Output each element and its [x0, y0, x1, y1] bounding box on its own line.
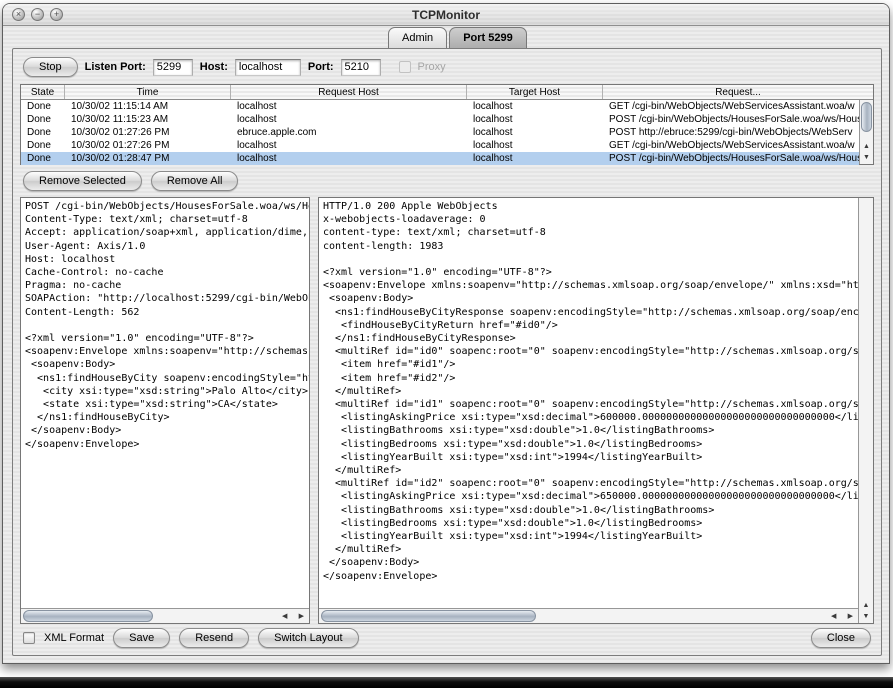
response-pane: HTTP/1.0 200 Apple WebObjects x-webobjec…	[318, 197, 874, 624]
response-scroll-thumb[interactable]	[321, 610, 536, 622]
scroll-up-icon[interactable]: ▲	[863, 602, 870, 609]
remove-all-button[interactable]: Remove All	[151, 171, 239, 191]
scroll-up-icon[interactable]: ▲	[863, 143, 870, 150]
listen-port-input[interactable]	[153, 59, 193, 76]
cell-request: POST http://ebruce:5299/cgi-bin/WebObjec…	[603, 126, 859, 139]
cell-target-host: localhost	[467, 139, 603, 152]
cell-request: GET /cgi-bin/WebObjects/WebServicesAssis…	[603, 100, 859, 113]
table-row[interactable]: Done 10/30/02 01:27:26 PM ebruce.apple.c…	[21, 126, 859, 139]
scroll-left-icon[interactable]: ◀	[831, 612, 836, 620]
cell-request-host: ebruce.apple.com	[231, 126, 467, 139]
cell-target-host: localhost	[467, 113, 603, 126]
cell-state: Done	[21, 113, 65, 126]
cell-target-host: localhost	[467, 152, 603, 165]
table-row[interactable]: Done 10/30/02 11:15:14 AM localhost loca…	[21, 100, 859, 113]
tab-port-5299[interactable]: Port 5299	[449, 27, 527, 48]
xml-format-checkbox[interactable]	[23, 632, 35, 644]
table-row[interactable]: Done 10/30/02 11:15:23 AM localhost loca…	[21, 113, 859, 126]
resend-button[interactable]: Resend	[179, 628, 249, 648]
host-input[interactable]	[235, 59, 301, 76]
table-header: State Time Request Host Target Host Requ…	[21, 85, 873, 100]
remove-selected-button[interactable]: Remove Selected	[23, 171, 142, 191]
response-horizontal-scrollbar[interactable]: ◀ ▶	[319, 608, 858, 623]
cell-request-host: localhost	[231, 152, 467, 165]
xml-format-label: XML Format	[44, 632, 104, 644]
scroll-down-icon[interactable]: ▼	[863, 613, 870, 620]
cell-request-host: localhost	[231, 139, 467, 152]
column-header-target-host[interactable]: Target Host	[467, 85, 603, 99]
request-scroll-thumb[interactable]	[23, 610, 153, 622]
cell-time: 10/30/02 11:15:23 AM	[65, 113, 231, 126]
desktop-background-band	[0, 677, 893, 688]
cell-request: POST /cgi-bin/WebObjects/HousesForSale.w…	[603, 113, 859, 126]
requests-table: State Time Request Host Target Host Requ…	[20, 84, 874, 165]
scroll-down-icon[interactable]: ▼	[863, 154, 870, 161]
save-button[interactable]: Save	[113, 628, 170, 648]
footer-bar: XML Format Save Resend Switch Layout Clo…	[23, 627, 871, 649]
table-row-selected[interactable]: Done 10/30/02 01:28:47 PM localhost loca…	[21, 152, 859, 165]
column-header-state[interactable]: State	[21, 85, 65, 99]
scroll-right-icon[interactable]: ▶	[848, 612, 853, 620]
cell-state: Done	[21, 152, 65, 165]
cell-time: 10/30/02 11:15:14 AM	[65, 100, 231, 113]
cell-state: Done	[21, 126, 65, 139]
column-header-request-host[interactable]: Request Host	[231, 85, 467, 99]
cell-request-host: localhost	[231, 113, 467, 126]
switch-layout-button[interactable]: Switch Layout	[258, 628, 358, 648]
cell-request-host: localhost	[231, 100, 467, 113]
message-panes: POST /cgi-bin/WebObjects/HousesForSale.w…	[20, 197, 874, 624]
scroll-left-icon[interactable]: ◀	[282, 612, 287, 620]
request-horizontal-scrollbar[interactable]: ◀ ▶	[21, 608, 309, 623]
cell-target-host: localhost	[467, 100, 603, 113]
cell-target-host: localhost	[467, 126, 603, 139]
column-header-time[interactable]: Time	[65, 85, 231, 99]
tab-admin[interactable]: Admin	[388, 27, 447, 48]
port-input[interactable]	[341, 59, 381, 76]
remove-actions: Remove Selected Remove All	[23, 171, 238, 191]
scroll-right-icon[interactable]: ▶	[299, 612, 304, 620]
cell-state: Done	[21, 100, 65, 113]
table-row[interactable]: Done 10/30/02 01:27:26 PM localhost loca…	[21, 139, 859, 152]
request-pane: POST /cgi-bin/WebObjects/HousesForSale.w…	[20, 197, 310, 624]
cell-time: 10/30/02 01:27:26 PM	[65, 126, 231, 139]
title-bar[interactable]: × − + TCPMonitor	[3, 4, 889, 26]
listen-port-label: Listen Port:	[85, 61, 146, 73]
response-vertical-scrollbar[interactable]: ▲ ▼	[858, 198, 873, 623]
proxy-label: Proxy	[418, 61, 446, 73]
port-5299-panel: Stop Listen Port: Host: Port: Proxy Stat…	[12, 48, 882, 656]
cell-request: POST /cgi-bin/WebObjects/HousesForSale.w…	[603, 152, 859, 165]
cell-time: 10/30/02 01:28:47 PM	[65, 152, 231, 165]
close-button[interactable]: Close	[811, 628, 871, 648]
tab-bar: Admin Port 5299	[388, 27, 529, 48]
table-scroll-thumb[interactable]	[861, 102, 872, 132]
port-label: Port:	[308, 61, 334, 73]
column-header-request[interactable]: Request...	[603, 85, 873, 99]
response-text: HTTP/1.0 200 Apple WebObjects x-webobjec…	[319, 198, 858, 608]
cell-state: Done	[21, 139, 65, 152]
request-text: POST /cgi-bin/WebObjects/HousesForSale.w…	[21, 198, 309, 608]
proxy-checkbox	[399, 61, 411, 73]
stop-button[interactable]: Stop	[23, 57, 78, 77]
host-label: Host:	[200, 61, 228, 73]
connection-toolbar: Stop Listen Port: Host: Port: Proxy	[23, 56, 446, 78]
cell-time: 10/30/02 01:27:26 PM	[65, 139, 231, 152]
table-rows: Done 10/30/02 11:15:14 AM localhost loca…	[21, 100, 859, 164]
table-vertical-scrollbar[interactable]: ▲ ▼	[859, 100, 873, 164]
tcpmonitor-window: × − + TCPMonitor Admin Port 5299 Stop Li…	[2, 3, 890, 664]
cell-request: GET /cgi-bin/WebObjects/WebServicesAssis…	[603, 139, 859, 152]
window-title: TCPMonitor	[3, 4, 889, 26]
